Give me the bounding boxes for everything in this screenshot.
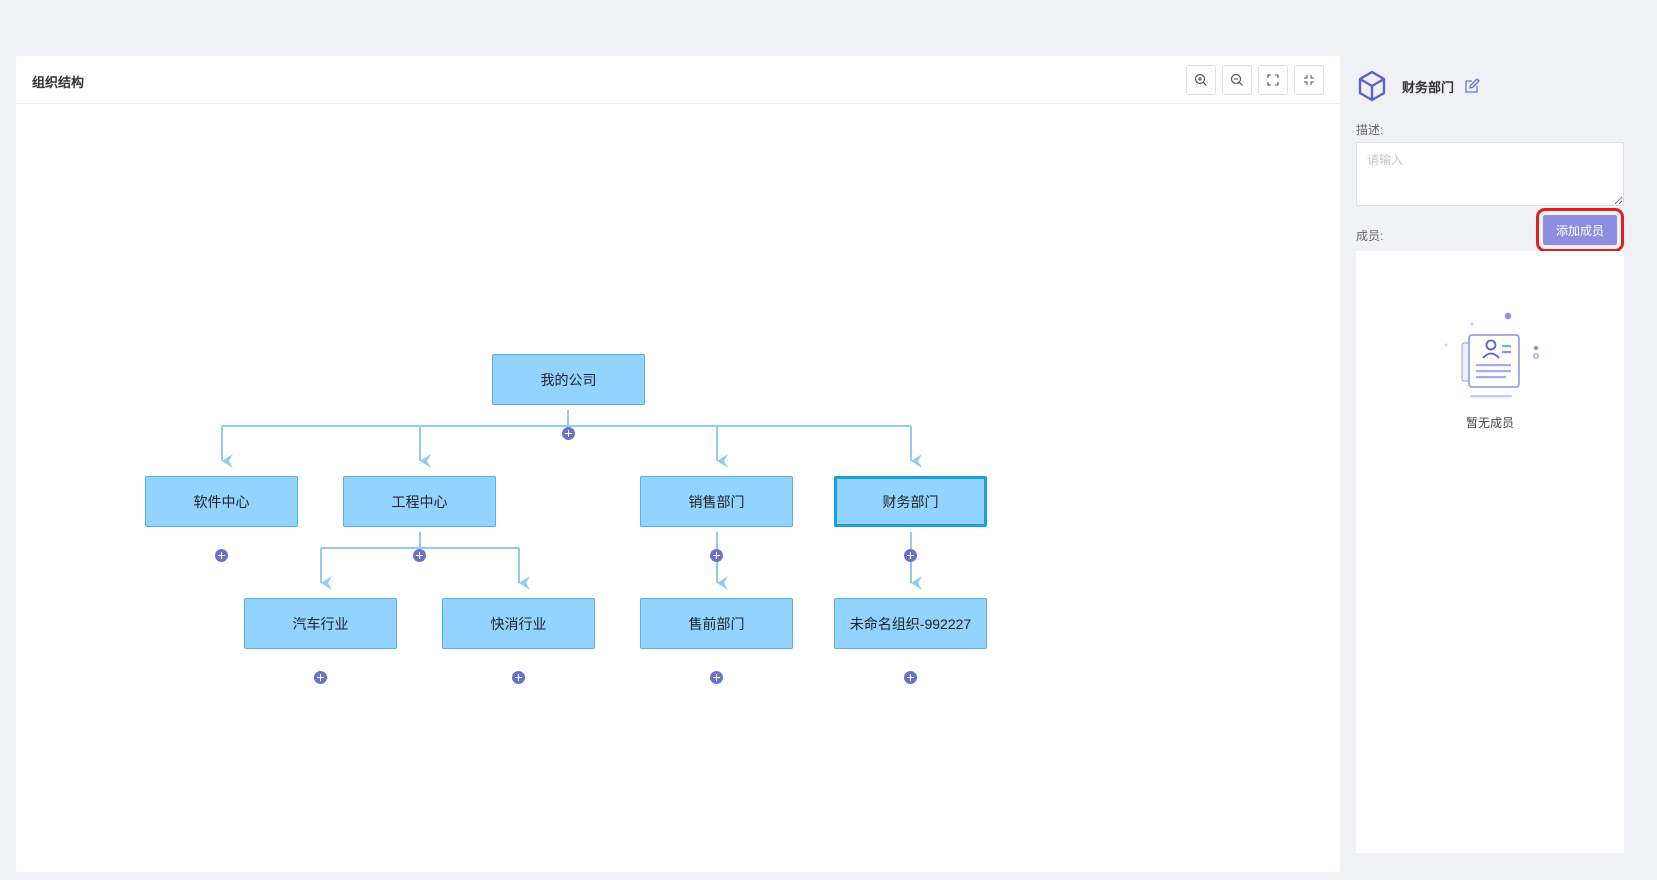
org-node-fmcg-industry[interactable]: 快消行业 bbox=[442, 598, 595, 649]
collapse-icon bbox=[1304, 75, 1314, 85]
empty-members-text: 暂无成员 bbox=[1465, 416, 1514, 430]
org-node-finance-dept[interactable]: 财务部门 bbox=[834, 476, 987, 527]
add-child-button[interactable] bbox=[710, 671, 723, 684]
expand-button[interactable] bbox=[1258, 65, 1288, 95]
zoom-in-button[interactable] bbox=[1186, 65, 1216, 95]
zoom-out-icon bbox=[1230, 73, 1243, 86]
org-node-engineering-center[interactable]: 工程中心 bbox=[343, 476, 496, 527]
org-node-presales-dept[interactable]: 售前部门 bbox=[640, 598, 793, 649]
edit-icon[interactable] bbox=[1464, 78, 1480, 94]
zoom-out-button[interactable] bbox=[1222, 65, 1252, 95]
members-list: 暂无成员 bbox=[1356, 251, 1624, 853]
add-child-button[interactable] bbox=[904, 549, 917, 562]
dept-header: 财务部门 bbox=[1356, 70, 1480, 102]
collapse-button[interactable] bbox=[1294, 65, 1324, 95]
desc-label: 描述: bbox=[1356, 123, 1384, 137]
org-node-unnamed-org[interactable]: 未命名组织-992227 bbox=[834, 598, 987, 649]
description-input[interactable] bbox=[1356, 142, 1624, 206]
page-title: 组织结构 bbox=[32, 75, 85, 90]
members-label: 成员: bbox=[1356, 229, 1384, 243]
org-node-sales-dept[interactable]: 销售部门 bbox=[640, 476, 793, 527]
zoom-toolbar bbox=[1186, 65, 1324, 95]
org-node-auto-industry[interactable]: 汽车行业 bbox=[244, 598, 397, 649]
add-child-button[interactable] bbox=[904, 671, 917, 684]
org-structure-panel: 组织结构 我的公司 软件中心 工程中心 销售部门 财务部门 汽车行业 快消行业 … bbox=[16, 56, 1340, 872]
dept-name: 财务部门 bbox=[1402, 79, 1455, 95]
expand-icon bbox=[1267, 74, 1279, 86]
add-child-button[interactable] bbox=[512, 671, 525, 684]
add-child-button[interactable] bbox=[215, 549, 228, 562]
org-node-software-center[interactable]: 软件中心 bbox=[145, 476, 298, 527]
department-detail-panel: 财务部门 描述: 成员: 添加成员 暂无成员 bbox=[1340, 56, 1641, 872]
org-chart-canvas[interactable]: 我的公司 软件中心 工程中心 销售部门 财务部门 汽车行业 快消行业 售前部门 … bbox=[16, 104, 1340, 872]
empty-members-illustration bbox=[1444, 312, 1539, 398]
add-child-button[interactable] bbox=[413, 549, 426, 562]
add-child-button[interactable] bbox=[562, 427, 575, 440]
org-node-root[interactable]: 我的公司 bbox=[492, 354, 645, 405]
add-member-button[interactable]: 添加成员 bbox=[1536, 208, 1624, 252]
add-child-button[interactable] bbox=[710, 549, 723, 562]
org-panel-header: 组织结构 bbox=[16, 56, 1340, 104]
add-child-button[interactable] bbox=[314, 671, 327, 684]
cube-icon bbox=[1358, 70, 1386, 102]
zoom-in-icon bbox=[1194, 73, 1207, 86]
